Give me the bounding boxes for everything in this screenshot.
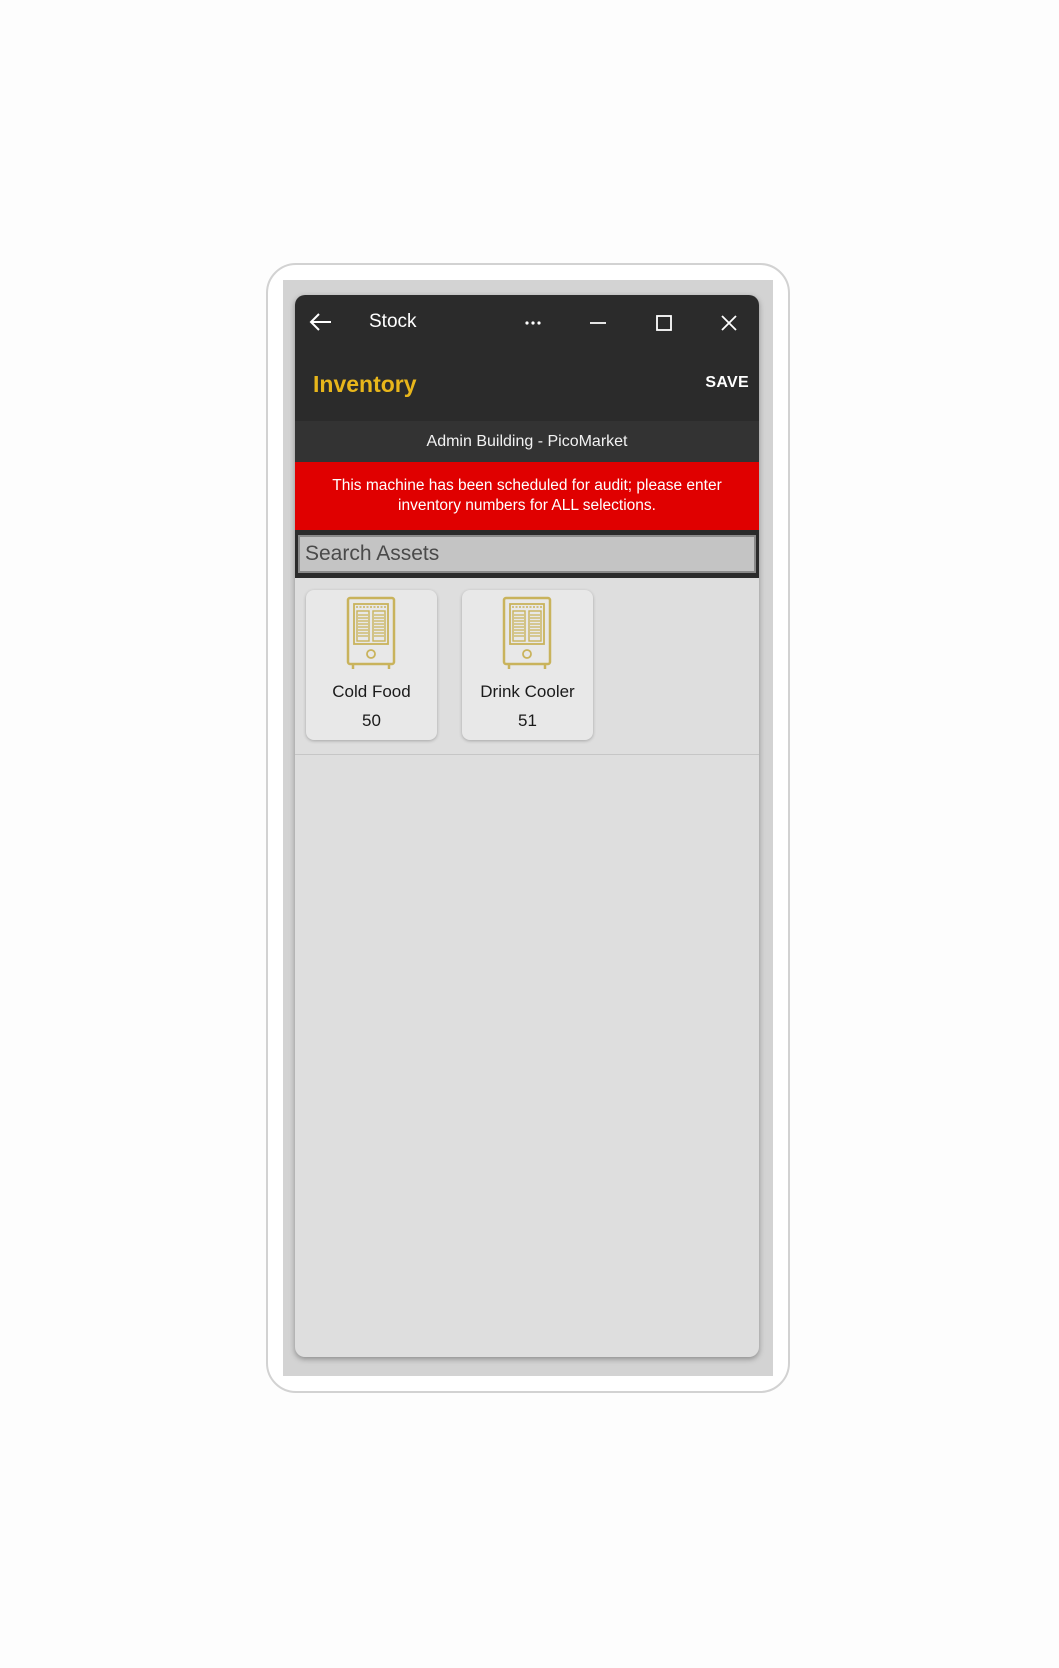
window-title: Stock	[369, 311, 417, 332]
asset-tile-cold-food[interactable]: Cold Food 50	[306, 590, 437, 740]
asset-name: Cold Food	[332, 682, 411, 701]
close-icon[interactable]	[713, 307, 745, 339]
audit-warning-line-1: This machine has been scheduled for audi…	[332, 477, 722, 494]
maximize-icon[interactable]	[648, 307, 680, 339]
assets-grid: Cold Food 50 Drink Cooler 51	[295, 578, 759, 755]
vending-machine-icon	[502, 596, 552, 672]
asset-name: Drink Cooler	[480, 682, 575, 701]
minimize-icon[interactable]	[582, 307, 614, 339]
app-header: Inventory SAVE	[295, 351, 759, 421]
title-bar: Stock	[295, 295, 759, 351]
save-button[interactable]: SAVE	[705, 374, 749, 392]
asset-count: 51	[518, 711, 537, 730]
back-arrow-icon[interactable]	[307, 308, 335, 336]
location-label: Admin Building - PicoMarket	[295, 421, 759, 462]
asset-tile-drink-cooler[interactable]: Drink Cooler 51	[462, 590, 593, 740]
more-icon[interactable]	[517, 307, 549, 339]
page-title: Inventory	[313, 371, 417, 397]
asset-count: 50	[362, 711, 381, 730]
audit-warning-banner: This machine has been scheduled for audi…	[295, 462, 759, 530]
audit-warning-line-2: inventory numbers for ALL selections.	[398, 497, 656, 514]
search-input[interactable]	[298, 535, 756, 573]
vending-machine-icon	[346, 596, 396, 672]
app-window: Stock Inventory SAVE Admin Building - Pi…	[295, 295, 759, 1357]
search-bar	[295, 530, 759, 578]
